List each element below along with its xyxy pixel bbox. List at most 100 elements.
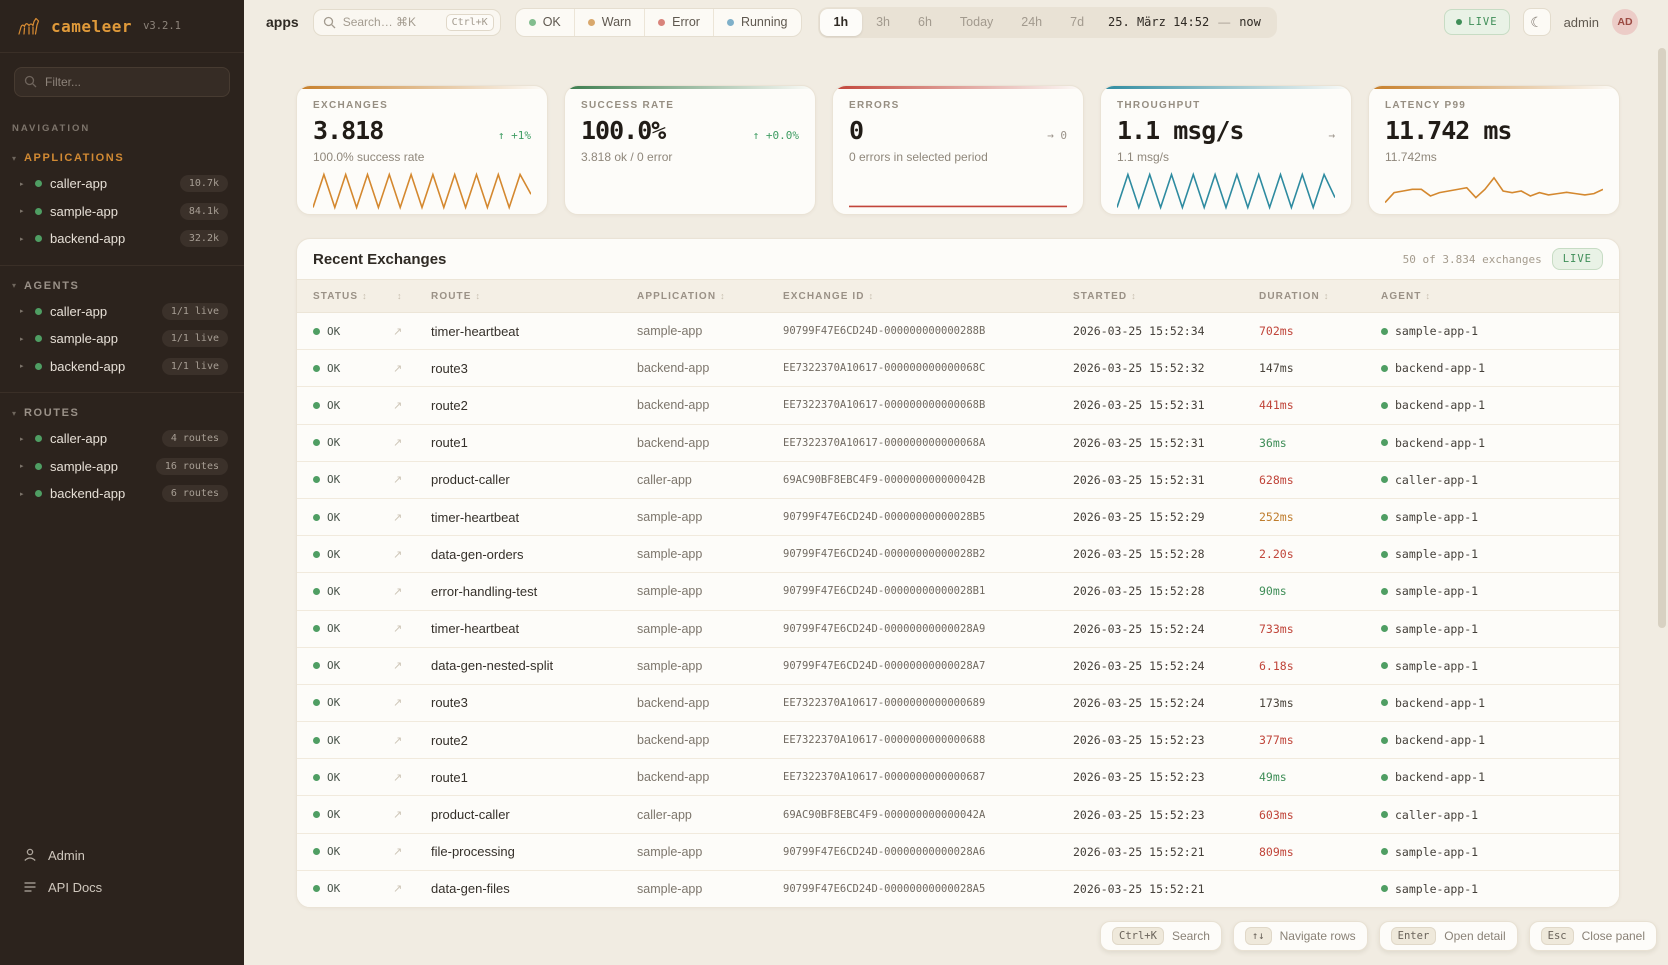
table-row[interactable]: OK ↗ timer-heartbeat sample-app 90799F47… bbox=[297, 313, 1619, 350]
open-detail-arrow-icon[interactable]: ↗ bbox=[393, 771, 431, 784]
agent-label: sample-app-1 bbox=[1395, 882, 1478, 896]
table-row[interactable]: OK ↗ error-handling-test sample-app 9079… bbox=[297, 573, 1619, 610]
open-detail-arrow-icon[interactable]: ↗ bbox=[393, 734, 431, 747]
time-from: 25. März 14:52 bbox=[1108, 15, 1209, 29]
open-detail-arrow-icon[interactable]: ↗ bbox=[393, 436, 431, 449]
open-detail-arrow-icon[interactable]: ↗ bbox=[393, 585, 431, 598]
time-range-button[interactable]: 1h bbox=[820, 9, 863, 36]
table-row[interactable]: OK ↗ route2 backend-app EE7322370A10617-… bbox=[297, 387, 1619, 424]
sidebar-section-header[interactable]: ▾ ROUTES bbox=[0, 403, 244, 425]
table-column-header[interactable]: EXCHANGE ID ↕ bbox=[783, 291, 1073, 302]
open-detail-arrow-icon[interactable]: ↗ bbox=[393, 882, 431, 895]
time-range-button[interactable]: 6h bbox=[904, 9, 946, 36]
status-label: OK bbox=[327, 734, 340, 747]
sidebar-footer-item[interactable]: API Docs bbox=[0, 871, 244, 903]
live-dot-icon bbox=[1456, 19, 1462, 25]
table-column-header[interactable]: APPLICATION ↕ bbox=[637, 291, 783, 302]
keyboard-hint-chip: Enter Open detail bbox=[1379, 921, 1518, 951]
time-range-button[interactable]: 3h bbox=[862, 9, 904, 36]
sidebar-item[interactable]: ▸ caller-app 10.7k bbox=[0, 170, 244, 198]
table-row[interactable]: OK ↗ file-processing sample-app 90799F47… bbox=[297, 834, 1619, 871]
table-row[interactable]: OK ↗ route3 backend-app EE7322370A10617-… bbox=[297, 350, 1619, 387]
table-row[interactable]: OK ↗ product-caller caller-app 69AC90BF8… bbox=[297, 796, 1619, 833]
status-filter-chip[interactable]: Warn bbox=[574, 9, 644, 36]
global-search[interactable]: Ctrl+K bbox=[313, 9, 501, 36]
table-column-header[interactable]: AGENT ↕ bbox=[1381, 291, 1619, 302]
open-detail-arrow-icon[interactable]: ↗ bbox=[393, 399, 431, 412]
table-column-header[interactable]: DURATION ↕ bbox=[1259, 291, 1381, 302]
table-row[interactable]: OK ↗ route3 backend-app EE7322370A10617-… bbox=[297, 685, 1619, 722]
open-detail-arrow-icon[interactable]: ↗ bbox=[393, 473, 431, 486]
sidebar-item[interactable]: ▸ caller-app 1/1 live bbox=[0, 298, 244, 326]
search-input[interactable] bbox=[343, 15, 439, 29]
open-detail-arrow-icon[interactable]: ↗ bbox=[393, 325, 431, 338]
table-column-header[interactable]: STATUS ↕ bbox=[313, 291, 393, 302]
status-ok-dot-icon bbox=[313, 514, 320, 521]
open-detail-arrow-icon[interactable]: ↗ bbox=[393, 808, 431, 821]
sidebar-item[interactable]: ▸ backend-app 32.2k bbox=[0, 225, 244, 253]
table-live-badge[interactable]: LIVE bbox=[1552, 248, 1603, 270]
table-row[interactable]: OK ↗ route1 backend-app EE7322370A10617-… bbox=[297, 759, 1619, 796]
table-row[interactable]: OK ↗ data-gen-orders sample-app 90799F47… bbox=[297, 536, 1619, 573]
status-cell: OK bbox=[313, 399, 393, 412]
status-filter-chip[interactable]: Error bbox=[644, 9, 713, 36]
sidebar-item-badge: 1/1 live bbox=[162, 303, 228, 320]
table-row[interactable]: OK ↗ product-caller caller-app 69AC90BF8… bbox=[297, 462, 1619, 499]
status-ok-dot-icon bbox=[313, 476, 320, 483]
sidebar-item[interactable]: ▸ sample-app 1/1 live bbox=[0, 325, 244, 353]
sidebar-filter-input[interactable] bbox=[14, 67, 230, 97]
kpi-accent-bar bbox=[565, 86, 815, 89]
status-color-dot-icon bbox=[658, 19, 665, 26]
open-detail-arrow-icon[interactable]: ↗ bbox=[393, 845, 431, 858]
sidebar-section-header[interactable]: ▾ APPLICATIONS bbox=[0, 148, 244, 170]
sidebar-item[interactable]: ▸ sample-app 84.1k bbox=[0, 198, 244, 226]
sidebar-item[interactable]: ▸ backend-app 6 routes bbox=[0, 480, 244, 508]
table-row[interactable]: OK ↗ timer-heartbeat sample-app 90799F47… bbox=[297, 499, 1619, 536]
sidebar-item[interactable]: ▸ backend-app 1/1 live bbox=[0, 353, 244, 381]
status-ok-dot-icon bbox=[313, 625, 320, 632]
sidebar-section-header[interactable]: ▾ AGENTS bbox=[0, 276, 244, 298]
sidebar-footer-label: API Docs bbox=[48, 880, 102, 895]
time-range-button[interactable]: 7d bbox=[1056, 9, 1098, 36]
kpi-value: 0 bbox=[849, 116, 863, 145]
scrollbar-thumb[interactable] bbox=[1658, 48, 1666, 628]
status-filter-chip[interactable]: OK bbox=[516, 9, 574, 36]
sidebar-item-label: sample-app bbox=[50, 331, 118, 346]
table-row[interactable]: OK ↗ data-gen-nested-split sample-app 90… bbox=[297, 648, 1619, 685]
route-cell: timer-heartbeat bbox=[431, 510, 637, 525]
table-column-header[interactable]: ↕ bbox=[393, 291, 431, 301]
open-detail-arrow-icon[interactable]: ↗ bbox=[393, 696, 431, 709]
open-detail-arrow-icon[interactable]: ↗ bbox=[393, 659, 431, 672]
table-row[interactable]: OK ↗ route1 backend-app EE7322370A10617-… bbox=[297, 425, 1619, 462]
avatar[interactable]: AD bbox=[1612, 9, 1638, 35]
app-title: cameleer bbox=[51, 17, 132, 36]
sidebar-item[interactable]: ▸ sample-app 16 routes bbox=[0, 453, 244, 481]
time-range-button[interactable]: Today bbox=[946, 9, 1007, 36]
open-detail-arrow-icon[interactable]: ↗ bbox=[393, 622, 431, 635]
theme-toggle-button[interactable]: ☾ bbox=[1523, 8, 1551, 36]
open-detail-arrow-icon[interactable]: ↗ bbox=[393, 511, 431, 524]
exchange-id-cell: 90799F47E6CD24D-00000000000028A5 bbox=[783, 883, 1073, 895]
status-cell: OK bbox=[313, 659, 393, 672]
started-cell: 2026-03-25 15:52:23 bbox=[1073, 808, 1259, 822]
time-display[interactable]: 25. März 14:52 — now bbox=[1098, 15, 1275, 29]
kpi-accent-bar bbox=[1369, 86, 1619, 89]
sidebar-filter bbox=[0, 53, 244, 101]
table-row[interactable]: OK ↗ route2 backend-app EE7322370A10617-… bbox=[297, 722, 1619, 759]
table-row[interactable]: OK ↗ data-gen-files sample-app 90799F47E… bbox=[297, 871, 1619, 908]
live-toggle[interactable]: LIVE bbox=[1444, 9, 1509, 35]
table-column-header[interactable]: ROUTE ↕ bbox=[431, 291, 637, 302]
agent-dot-icon bbox=[1381, 588, 1388, 595]
duration-cell: 6.18s bbox=[1259, 659, 1381, 673]
table-row[interactable]: OK ↗ timer-heartbeat sample-app 90799F47… bbox=[297, 611, 1619, 648]
status-cell: OK bbox=[313, 771, 393, 784]
table-column-header[interactable]: STARTED ↕ bbox=[1073, 291, 1259, 302]
kpi-value: 11.742 ms bbox=[1385, 116, 1511, 145]
sidebar-item[interactable]: ▸ caller-app 4 routes bbox=[0, 425, 244, 453]
agent-dot-icon bbox=[1381, 699, 1388, 706]
status-filter-chip[interactable]: Running bbox=[713, 9, 801, 36]
sidebar-footer-item[interactable]: Admin bbox=[0, 839, 244, 871]
open-detail-arrow-icon[interactable]: ↗ bbox=[393, 548, 431, 561]
time-range-button[interactable]: 24h bbox=[1007, 9, 1056, 36]
open-detail-arrow-icon[interactable]: ↗ bbox=[393, 362, 431, 375]
